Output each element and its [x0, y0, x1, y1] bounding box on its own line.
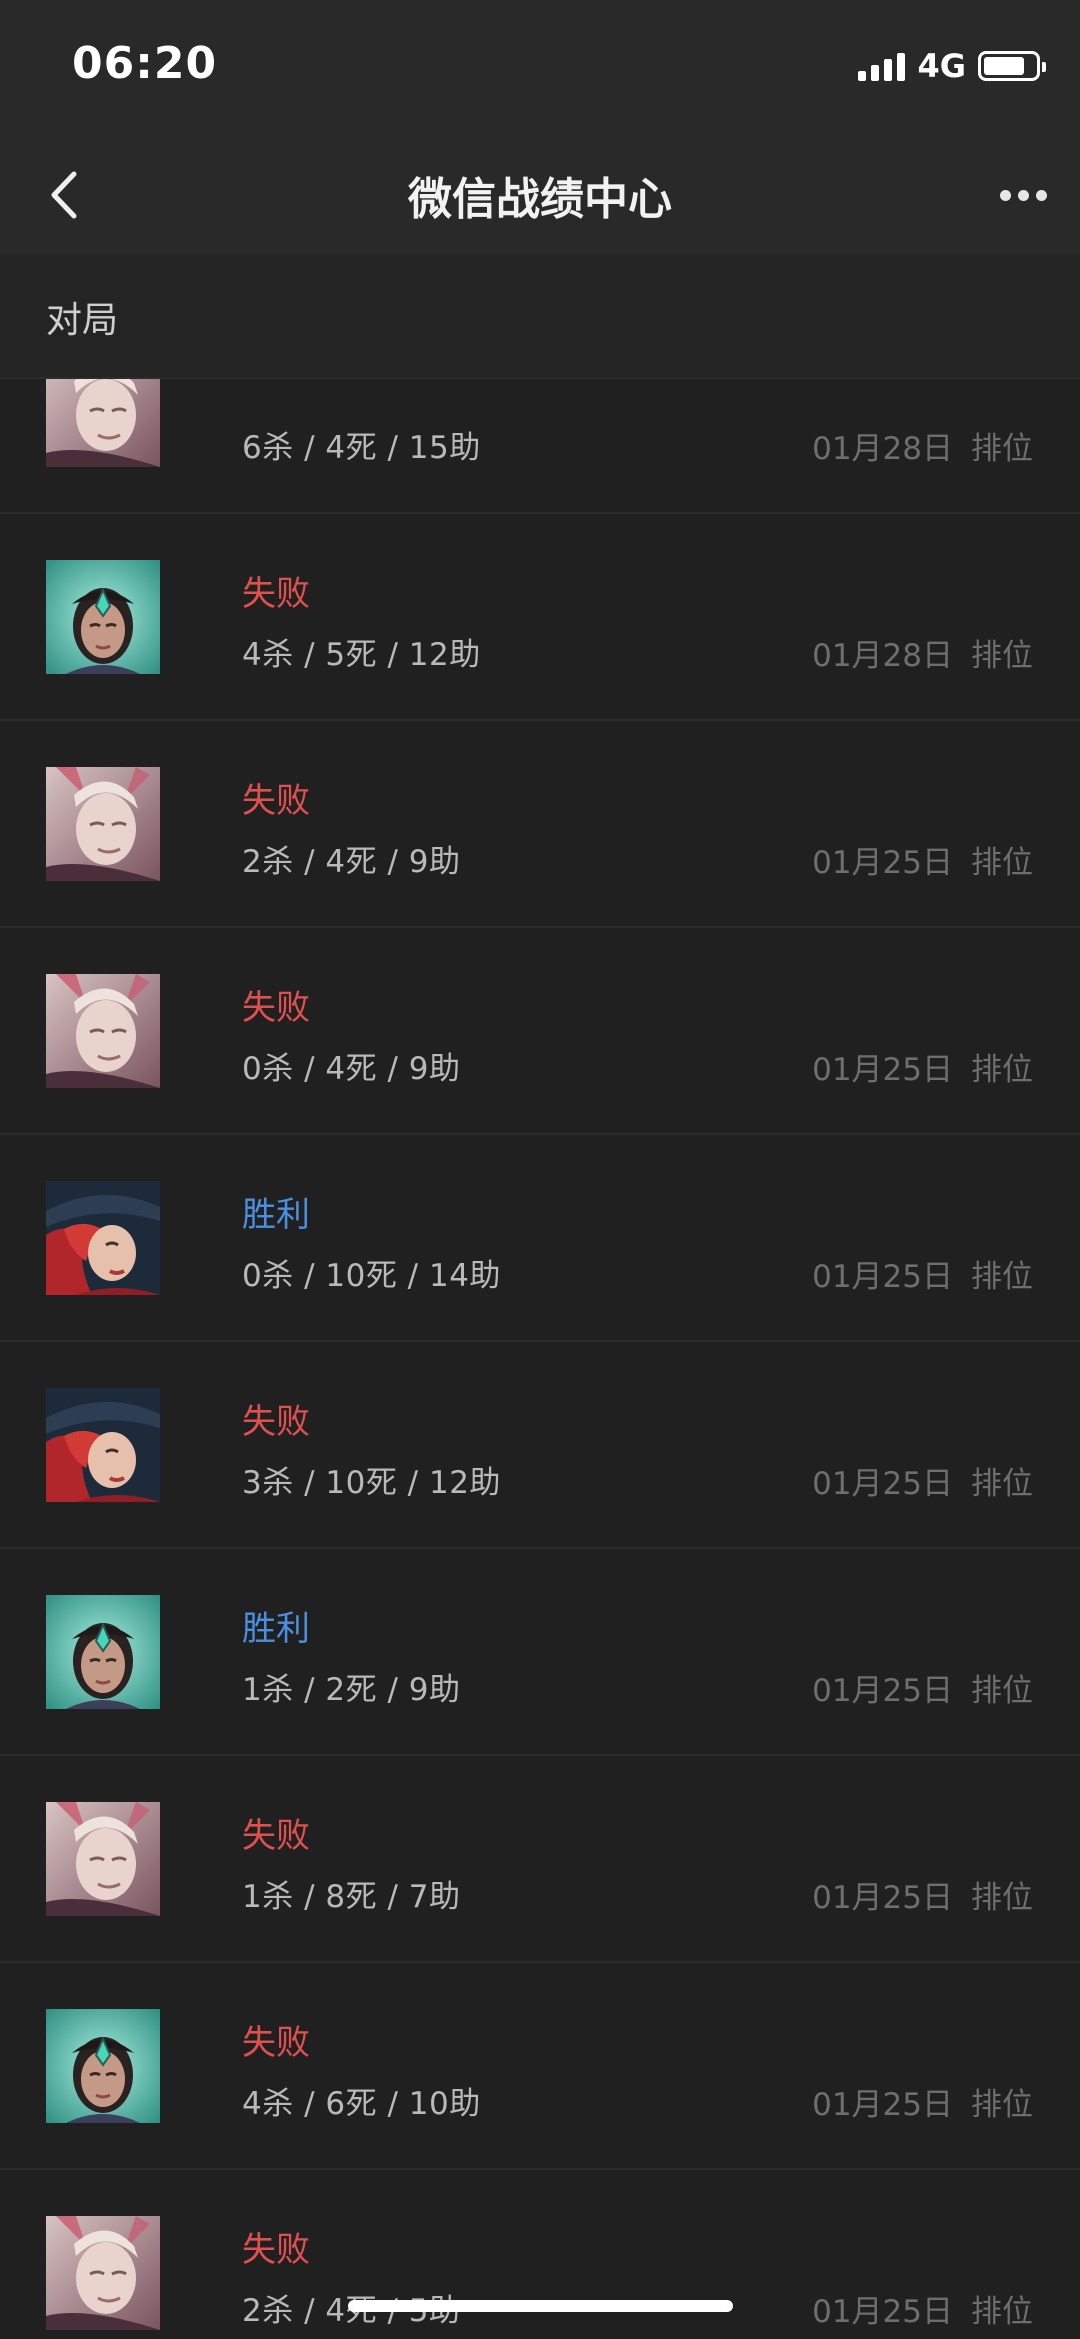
match-date: 01月25日	[812, 2087, 953, 2123]
match-row[interactable]: 失败 2杀 / 4死 / 9助 01月25日 排位	[0, 721, 1080, 928]
hero-avatar	[46, 974, 160, 1088]
match-meta: 01月25日 排位	[812, 837, 1033, 882]
match-list[interactable]: 6杀 / 4死 / 15助 01月28日 排位 失败 4杀 / 5死 / 12助 01月2…	[0, 377, 1080, 2339]
match-meta: 01月25日 排位	[812, 1458, 1033, 1503]
match-meta: 01月25日 排位	[812, 1665, 1033, 1710]
match-kda: 1杀 / 8死 / 7助	[242, 1879, 461, 1915]
match-date: 01月25日	[812, 1880, 953, 1916]
match-row[interactable]: 胜利 0杀 / 10死 / 14助 01月25日 排位	[0, 1135, 1080, 1342]
more-button[interactable]	[988, 165, 1058, 225]
match-kda: 4杀 / 6死 / 10助	[242, 2086, 481, 2122]
match-row[interactable]: 失败 4杀 / 6死 / 10助 01月25日 排位	[0, 1963, 1080, 2170]
status-time: 06:20	[72, 38, 218, 89]
match-mode: 排位	[971, 1466, 1033, 1502]
match-mode: 排位	[971, 845, 1033, 881]
match-row[interactable]: 胜利 1杀 / 2死 / 9助 01月25日 排位	[0, 1549, 1080, 1756]
match-meta: 01月25日 排位	[812, 1872, 1033, 1917]
match-mode: 排位	[971, 1052, 1033, 1088]
match-date: 01月28日	[812, 638, 953, 674]
match-row[interactable]: 失败 0杀 / 4死 / 9助 01月25日 排位	[0, 928, 1080, 1135]
match-result: 失败	[242, 2023, 310, 2063]
hero-avatar	[46, 1181, 160, 1295]
match-date: 01月25日	[812, 1259, 953, 1295]
hero-avatar	[46, 2009, 160, 2123]
section-title: 对局	[46, 300, 119, 341]
red-hair-hero-portrait	[46, 1388, 160, 1502]
hero-avatar	[46, 767, 160, 881]
rose-hero-portrait	[46, 767, 160, 881]
match-mode: 排位	[971, 1259, 1033, 1295]
match-kda: 0杀 / 10死 / 14助	[242, 1258, 501, 1294]
match-mode: 排位	[971, 2087, 1033, 2123]
match-kda: 3杀 / 10死 / 12助	[242, 1465, 501, 1501]
hero-avatar	[46, 1388, 160, 1502]
match-row[interactable]: 失败2杀 / 4死 / 5助01月25日排位	[0, 2170, 1080, 2339]
match-meta: 01月25日 排位	[812, 2079, 1033, 2124]
match-row[interactable]: 6杀 / 4死 / 15助 01月28日 排位	[0, 377, 1080, 514]
signal-icon	[858, 51, 906, 81]
rose-hero-portrait	[46, 2216, 160, 2330]
match-date: 01月25日	[812, 1673, 953, 1709]
match-result: 胜利	[242, 1195, 310, 1235]
match-kda: 2杀 / 4死 / 9助	[242, 844, 461, 880]
green-hero-portrait	[46, 560, 160, 674]
status-bar: 06:20 4G	[0, 0, 1080, 135]
match-kda: 0杀 / 4死 / 9助	[242, 1051, 461, 1087]
hero-avatar	[46, 1595, 160, 1709]
hero-avatar	[46, 560, 160, 674]
match-date: 01月28日	[812, 431, 953, 467]
match-result: 失败	[242, 1402, 310, 1442]
match-row[interactable]: 失败 1杀 / 8死 / 7助 01月25日 排位	[0, 1756, 1080, 1963]
match-date: 01月25日	[812, 1052, 953, 1088]
rose-hero-portrait	[46, 1802, 160, 1916]
status-indicators: 4G	[858, 47, 1046, 85]
match-meta: 01月25日 排位	[812, 1251, 1033, 1296]
network-type: 4G	[917, 47, 966, 85]
ellipsis-icon	[999, 189, 1011, 201]
match-mode: 排位	[971, 1880, 1033, 1916]
match-row[interactable]: 失败 3杀 / 10死 / 12助 01月25日 排位	[0, 1342, 1080, 1549]
match-result: 失败	[242, 781, 310, 821]
match-kda: 1杀 / 2死 / 9助	[242, 1672, 461, 1708]
red-hair-hero-portrait	[46, 1181, 160, 1295]
match-result: 失败	[242, 2230, 310, 2270]
hero-avatar	[46, 377, 160, 467]
match-mode: 排位	[971, 2294, 1033, 2330]
rose-hero-portrait	[46, 974, 160, 1088]
match-date: 01月25日	[812, 845, 953, 881]
match-result: 胜利	[242, 1609, 310, 1649]
match-result: 失败	[242, 1816, 310, 1856]
green-hero-portrait	[46, 2009, 160, 2123]
home-indicator[interactable]	[348, 2300, 733, 2312]
match-mode: 排位	[971, 638, 1033, 674]
match-mode: 排位	[971, 431, 1033, 467]
match-mode: 排位	[971, 1673, 1033, 1709]
match-meta: 01月25日 排位	[812, 2286, 1033, 2331]
match-result: 失败	[242, 574, 310, 614]
match-kda: 6杀 / 4死 / 15助	[242, 430, 481, 466]
match-meta: 01月25日 排位	[812, 1044, 1033, 1089]
match-meta: 01月28日 排位	[812, 630, 1033, 675]
hero-avatar	[46, 1802, 160, 1916]
match-result: 失败	[242, 988, 310, 1028]
match-row[interactable]: 失败 4杀 / 5死 / 12助 01月28日 排位	[0, 514, 1080, 721]
page-title: 微信战绩中心	[408, 174, 672, 225]
hero-avatar	[46, 2216, 160, 2330]
rose-hero-portrait	[46, 377, 160, 467]
green-hero-portrait	[46, 1595, 160, 1709]
match-date: 01月25日	[812, 2294, 953, 2330]
battery-icon	[978, 51, 1046, 81]
nav-bar: 微信战绩中心	[0, 135, 1080, 255]
match-meta: 01月28日 排位	[812, 423, 1033, 468]
match-kda: 4杀 / 5死 / 12助	[242, 637, 481, 673]
section-header: 对局	[0, 255, 1080, 379]
match-date: 01月25日	[812, 1466, 953, 1502]
